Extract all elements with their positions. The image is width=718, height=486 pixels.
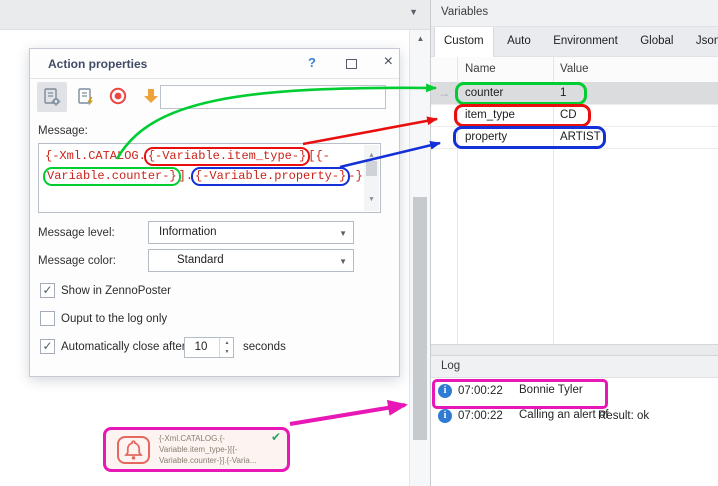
stepper-down-icon[interactable]: ▼ (220, 349, 234, 355)
table-row-item-type[interactable]: item_type CD (431, 105, 718, 127)
message-color-value: Standard (177, 254, 224, 266)
scroll-up-icon[interactable]: ▲ (410, 34, 431, 43)
show-in-zennoposter-checkbox[interactable]: ✓ (40, 283, 55, 298)
log-message: Calling an alert of (519, 409, 609, 421)
tab-custom[interactable]: Custom (434, 27, 494, 57)
output-log-only-checkbox[interactable] (40, 311, 55, 326)
log-result: Result: ok (598, 410, 649, 422)
variable-value: ARTIST (560, 131, 601, 143)
record-button[interactable] (103, 82, 133, 112)
column-header-value[interactable]: Value (560, 63, 589, 75)
chevron-down-icon[interactable]: ▼ (409, 7, 418, 17)
log-panel-title: Log (431, 356, 718, 378)
arrow-down-icon (142, 87, 160, 105)
magenta-arrow (290, 405, 405, 424)
annotation-oval-counter: Variable.counter-} (43, 167, 181, 186)
tab-json[interactable]: Json (687, 27, 718, 57)
variables-table-header: Name Value (431, 57, 718, 83)
tab-environment[interactable]: Environment (544, 27, 627, 57)
record-icon (109, 87, 127, 105)
annotation-box-log-entry (432, 379, 608, 409)
message-color-label: Message color: (38, 255, 116, 267)
column-header-name[interactable]: Name (465, 63, 496, 75)
help-icon[interactable]: ? (308, 55, 316, 70)
message-level-value: Information (159, 226, 217, 238)
variable-name: item_type (465, 109, 515, 121)
dialog-title: Action properties (48, 57, 147, 71)
panel-splitter[interactable] (431, 344, 718, 356)
message-line-1: {-Xml.CATALOG.{-Variable.item_type-}[{- (45, 147, 360, 167)
variable-value: CD (560, 109, 577, 121)
workspace-scrollbar[interactable]: ▲ (409, 30, 430, 486)
maximize-icon[interactable] (346, 59, 357, 69)
chevron-down-icon: ▼ (339, 229, 347, 238)
document-gear-icon (42, 87, 62, 107)
output-log-only-label: Ouput to the log only (61, 313, 167, 325)
message-level-label: Message level: (38, 227, 115, 239)
message-textarea[interactable]: {-Xml.CATALOG.{-Variable.item_type-}[{- … (38, 143, 381, 213)
chevron-down-icon: ▼ (339, 257, 347, 266)
tab-auto[interactable]: Auto (498, 27, 540, 57)
variable-value: 1 (560, 87, 566, 99)
dialog-titlebar[interactable]: Action properties ? × (30, 49, 399, 79)
node-text-line: Variable.item_type-}[{- (159, 444, 279, 455)
textarea-scrollbar[interactable]: ▲ ▼ (364, 145, 379, 211)
scrollbar-thumb[interactable] (366, 161, 377, 176)
annotation-oval-property: {-Variable.property-} (191, 167, 350, 186)
variables-tab-bar: Custom Auto Environment Global Json Xml (431, 27, 718, 57)
alert-action-node[interactable]: {-Xml.CATALOG.{- Variable.item_type-}[{-… (103, 427, 290, 472)
action-settings-button[interactable] (37, 82, 67, 112)
auto-close-seconds-stepper[interactable]: 10 ▲ ▼ (184, 337, 234, 358)
seconds-value: 10 (185, 341, 217, 353)
scrollbar-thumb[interactable] (413, 197, 427, 440)
auto-close-label: Automatically close after (61, 341, 186, 353)
message-label: Message: (38, 125, 88, 137)
table-row-counter[interactable]: → counter 1 (431, 83, 718, 105)
node-text-line: Variable.counter-}].{-Varia... (159, 455, 279, 466)
message-level-dropdown[interactable]: Information ▼ (148, 221, 354, 244)
seconds-suffix-label: seconds (243, 341, 286, 353)
workspace-toolbar: ▼ (0, 0, 430, 30)
dialog-toolbar (30, 79, 399, 115)
current-row-indicator-icon: → (438, 86, 450, 100)
tab-global[interactable]: Global (631, 27, 682, 57)
annotation-oval-item-type: {-Variable.item_type-} (144, 147, 310, 166)
toolbar-search-input[interactable] (160, 85, 386, 109)
variable-name: counter (465, 87, 503, 99)
success-check-icon: ✔ (271, 430, 281, 444)
action-properties-dialog: Action properties ? × (29, 48, 400, 377)
close-icon[interactable]: × (384, 53, 393, 71)
auto-close-checkbox[interactable]: ✓ (40, 339, 55, 354)
stepper-up-icon[interactable]: ▲ (220, 340, 234, 346)
scroll-down-icon[interactable]: ▼ (364, 191, 379, 209)
document-flash-icon (76, 87, 96, 107)
stepper-buttons: ▲ ▼ (219, 338, 233, 357)
log-time: 07:00:22 (458, 410, 503, 422)
bell-icon (117, 436, 150, 464)
node-text-line: {-Xml.CATALOG.{- (159, 433, 279, 444)
zennoposter-window: ▼ ▲ Variables Custom Auto Environment Gl… (0, 0, 718, 486)
right-panel: Variables Custom Auto Environment Global… (430, 0, 718, 486)
message-line-2: Variable.counter-}].{-Variable.property-… (45, 167, 360, 187)
info-icon: i (438, 409, 452, 423)
variable-name: property (465, 131, 507, 143)
table-row-property[interactable]: property ARTIST (431, 127, 718, 149)
action-code-button[interactable] (71, 82, 101, 112)
variables-panel-title: Variables (431, 0, 718, 27)
show-in-zennoposter-label: Show in ZennoPoster (61, 285, 171, 297)
message-color-dropdown[interactable]: Standard ▼ (148, 249, 354, 272)
